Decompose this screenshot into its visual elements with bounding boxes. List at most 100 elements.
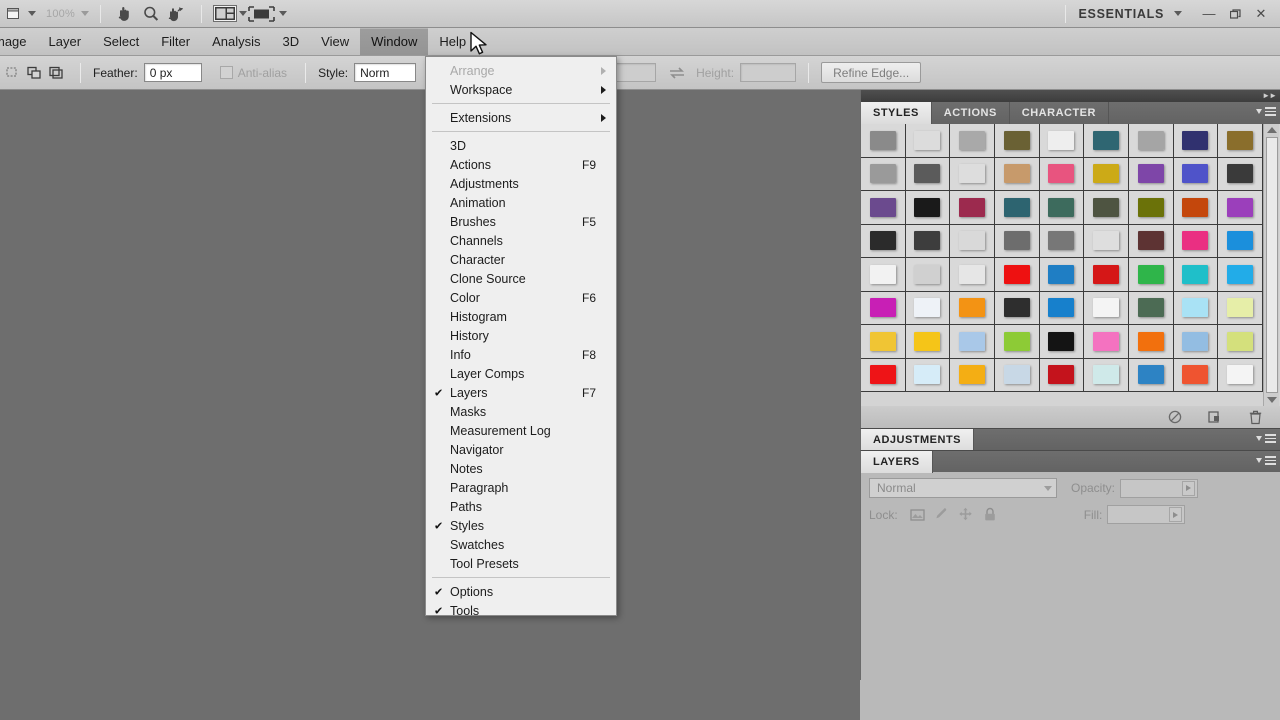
- style-swatch-cell[interactable]: [861, 258, 906, 292]
- style-swatch-cell[interactable]: [1084, 224, 1129, 258]
- arrange-documents-icon[interactable]: [0, 3, 26, 25]
- style-swatch-cell[interactable]: [950, 325, 995, 359]
- window-menu-item-info[interactable]: Info F8: [426, 345, 616, 364]
- style-swatch-cell[interactable]: [950, 124, 995, 158]
- style-swatch-cell[interactable]: [861, 124, 906, 158]
- window-menu-item-layer-comps[interactable]: Layer Comps: [426, 364, 616, 383]
- style-swatch-cell[interactable]: [905, 258, 951, 292]
- style-swatch-cell[interactable]: [905, 157, 951, 191]
- window-menu-item-animation[interactable]: Animation: [426, 193, 616, 212]
- window-menu-dropdown[interactable]: Arrange Workspace Extensions 3D Actions F9 Adj…: [425, 56, 617, 618]
- tab-character[interactable]: CHARACTER: [1010, 102, 1109, 124]
- window-menu-item-history[interactable]: History: [426, 326, 616, 345]
- hand-tool-icon[interactable]: [112, 3, 138, 25]
- style-swatch-cell[interactable]: [1129, 325, 1174, 359]
- window-menu-item-adjustments[interactable]: Adjustments: [426, 174, 616, 193]
- styles-swatch-grid[interactable]: [861, 124, 1263, 406]
- style-swatch-cell[interactable]: [950, 224, 995, 258]
- window-menu-item-histogram[interactable]: Histogram: [426, 307, 616, 326]
- rotate-view-tool-icon[interactable]: [164, 3, 190, 25]
- lock-image-pixels-icon[interactable]: [930, 507, 954, 522]
- window-menu-item-measurement-log[interactable]: Measurement Log: [426, 421, 616, 440]
- feather-input[interactable]: 0 px: [143, 63, 202, 82]
- style-swatch-cell[interactable]: [950, 157, 995, 191]
- style-swatch-cell[interactable]: [905, 124, 951, 158]
- style-select[interactable]: Norm: [354, 63, 417, 82]
- style-swatch-cell[interactable]: [905, 325, 951, 359]
- menu-view[interactable]: View: [310, 28, 360, 55]
- menu-analysis[interactable]: Analysis: [201, 28, 271, 55]
- style-swatch-cell[interactable]: [950, 258, 995, 292]
- style-swatch-cell[interactable]: [1218, 258, 1263, 292]
- style-swatch-cell[interactable]: [1173, 224, 1219, 258]
- window-menu-item-notes[interactable]: Notes: [426, 459, 616, 478]
- zoom-level-value[interactable]: 100%: [36, 8, 79, 20]
- style-swatch-cell[interactable]: [1173, 325, 1219, 359]
- style-swatch-cell[interactable]: [1084, 325, 1129, 359]
- style-swatch-cell[interactable]: [995, 358, 1040, 392]
- blend-mode-select[interactable]: Normal: [869, 478, 1057, 498]
- fill-slider-arrow-icon[interactable]: [1169, 507, 1183, 522]
- tab-layers[interactable]: LAYERS: [861, 450, 933, 473]
- workspace-switcher-label[interactable]: ESSENTIALS: [1077, 7, 1173, 21]
- style-swatch-cell[interactable]: [1218, 224, 1263, 258]
- window-menu-item-brushes[interactable]: Brushes F5: [426, 212, 616, 231]
- height-input[interactable]: [740, 63, 797, 82]
- window-menu-item-extensions[interactable]: Extensions: [426, 108, 616, 127]
- style-swatch-cell[interactable]: [1218, 124, 1263, 158]
- styles-panel-menu-icon[interactable]: [1256, 107, 1276, 116]
- restore-button[interactable]: [1222, 3, 1248, 25]
- collapse-dock-icon[interactable]: ►►: [1262, 91, 1277, 100]
- window-menu-item-tool-presets[interactable]: Tool Presets: [426, 554, 616, 573]
- style-swatch-cell[interactable]: [1173, 291, 1219, 325]
- style-swatch-cell[interactable]: [1173, 258, 1219, 292]
- style-swatch-cell[interactable]: [1039, 325, 1085, 359]
- lock-position-icon[interactable]: [954, 507, 978, 522]
- zoom-tool-icon[interactable]: [138, 3, 164, 25]
- window-menu-item-color[interactable]: Color F6: [426, 288, 616, 307]
- style-swatch-cell[interactable]: [1039, 191, 1085, 225]
- window-menu-item-actions[interactable]: Actions F9: [426, 155, 616, 174]
- menu-image[interactable]: mage: [0, 28, 38, 55]
- layers-list[interactable]: [869, 534, 1272, 664]
- style-swatch-cell[interactable]: [1039, 358, 1085, 392]
- style-swatch-cell[interactable]: [861, 157, 906, 191]
- style-swatch-cell[interactable]: [1129, 191, 1174, 225]
- workspace-switcher-chevron-icon[interactable]: [1174, 11, 1182, 16]
- style-swatch-cell[interactable]: [995, 325, 1040, 359]
- zoom-level-chevron-icon[interactable]: [80, 11, 89, 16]
- window-menu-item-paragraph[interactable]: Paragraph: [426, 478, 616, 497]
- subtract-from-selection-icon[interactable]: [47, 63, 67, 83]
- window-menu-item-character[interactable]: Character: [426, 250, 616, 269]
- style-swatch-cell[interactable]: [1084, 124, 1129, 158]
- style-swatch-cell[interactable]: [1084, 291, 1129, 325]
- style-swatch-cell[interactable]: [1039, 291, 1085, 325]
- view-extras-chevron-icon[interactable]: [278, 11, 287, 16]
- window-menu-item-channels[interactable]: Channels: [426, 231, 616, 250]
- style-swatch-cell[interactable]: [1039, 124, 1085, 158]
- window-menu-item-masks[interactable]: Masks: [426, 402, 616, 421]
- new-selection-icon[interactable]: [3, 63, 23, 83]
- window-menu-item-paths[interactable]: Paths: [426, 497, 616, 516]
- style-swatch-cell[interactable]: [861, 325, 906, 359]
- window-menu-item-tools[interactable]: ✔ Tools: [426, 601, 616, 620]
- style-swatch-cell[interactable]: [861, 224, 906, 258]
- style-swatch-cell[interactable]: [1084, 191, 1129, 225]
- minimize-button[interactable]: —: [1196, 3, 1222, 25]
- menu-window[interactable]: Window: [360, 28, 429, 55]
- style-swatch-cell[interactable]: [1173, 191, 1219, 225]
- style-swatch-cell[interactable]: [861, 358, 906, 392]
- refine-edge-button[interactable]: Refine Edge...: [821, 62, 922, 83]
- lock-transparent-pixels-icon[interactable]: [906, 508, 930, 522]
- swap-width-height-icon[interactable]: [666, 66, 688, 79]
- adjustments-panel-menu-icon[interactable]: [1256, 434, 1276, 443]
- screen-mode-icon[interactable]: [212, 5, 237, 22]
- layers-panel-menu-icon[interactable]: [1256, 456, 1276, 465]
- add-to-selection-icon[interactable]: [25, 63, 45, 83]
- style-swatch-cell[interactable]: [1218, 157, 1263, 191]
- opacity-slider-arrow-icon[interactable]: [1182, 480, 1196, 496]
- style-swatch-cell[interactable]: [950, 191, 995, 225]
- style-swatch-cell[interactable]: [1039, 157, 1085, 191]
- lock-all-icon[interactable]: [978, 507, 1002, 522]
- style-swatch-cell[interactable]: [1218, 291, 1263, 325]
